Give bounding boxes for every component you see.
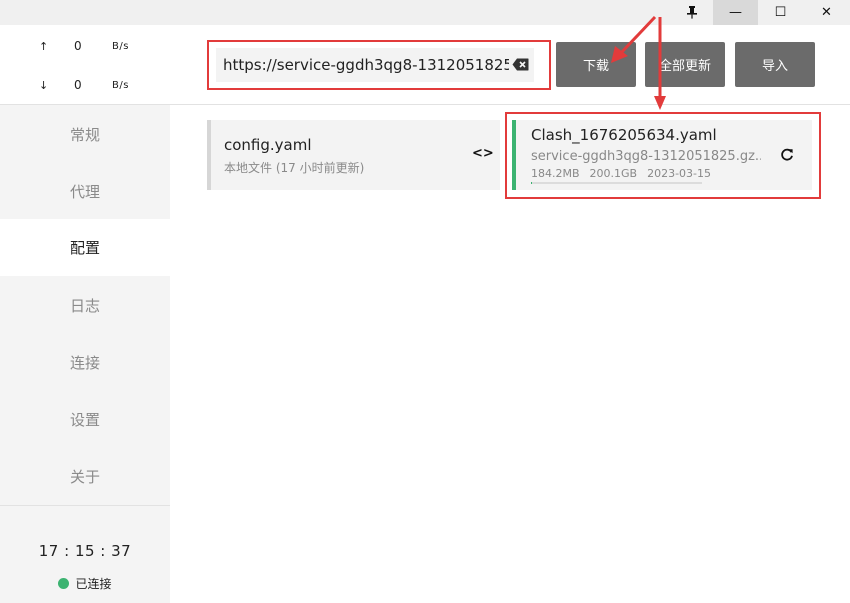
nav-label-logs: 日志 (69, 297, 100, 315)
minimize-button[interactable]: — (713, 0, 758, 25)
pin-icon[interactable] (678, 0, 706, 25)
download-button[interactable]: 下载 (556, 42, 636, 87)
profile-used: 184.2MB (531, 167, 580, 180)
upload-arrow-icon: ↑ (39, 39, 49, 53)
upload-speed: ↑ 0 B/s (0, 36, 170, 56)
update-all-button[interactable]: 全部更新 (645, 42, 725, 87)
profile-title: config.yaml (224, 136, 312, 154)
nav-item-general[interactable]: 常规 (0, 106, 170, 163)
url-input[interactable]: https://service-ggdh3qg8-1312051825 (216, 48, 534, 82)
sidebar-footer: 17 : 15 : 37 已连接 (0, 505, 170, 603)
clock: 17 : 15 : 37 (38, 542, 132, 560)
nav-item-settings[interactable]: 设置 (0, 391, 170, 448)
profile-card-remote[interactable]: Clash_1676205634.yaml service-ggdh3qg8-1… (512, 120, 812, 190)
close-button[interactable]: ✕ (803, 0, 850, 25)
annotation-arrowhead-profile (654, 96, 666, 110)
minimize-icon: — (729, 5, 742, 20)
speed-panel: ↑ 0 B/s ↓ 0 B/s (0, 25, 170, 105)
nav-item-about[interactable]: 关于 (0, 448, 170, 505)
nav-item-profiles[interactable]: 配置 (0, 219, 170, 276)
connection-status: 已连接 (0, 575, 170, 592)
status-label: 已连接 (75, 577, 112, 591)
close-icon: ✕ (821, 5, 832, 20)
clear-input-icon[interactable] (512, 58, 529, 71)
nav-label-general: 常规 (69, 126, 100, 144)
profile-card-indicator (207, 120, 211, 190)
nav-label-about: 关于 (69, 468, 100, 486)
upload-value: 0 (74, 39, 82, 53)
import-button[interactable]: 导入 (735, 42, 815, 87)
pin-icon-glyph (687, 6, 697, 19)
nav-label-profiles: 配置 (69, 239, 100, 257)
refresh-icon[interactable] (780, 148, 794, 162)
update-all-button-label: 全部更新 (658, 59, 711, 74)
nav-corner-top (0, 207, 170, 219)
profile-expire: 2023-03-15 (647, 167, 712, 180)
nav-item-connections[interactable]: 连接 (0, 334, 170, 391)
download-arrow-icon: ↓ (39, 78, 49, 92)
nav-label-settings: 设置 (69, 411, 100, 429)
profile-card-local[interactable]: config.yaml 本地文件 (17 小时前更新) <> (207, 120, 500, 190)
nav-label-proxy: 代理 (69, 183, 100, 201)
nav-item-logs[interactable]: 日志 (0, 277, 170, 334)
maximize-icon: ☐ (774, 5, 787, 20)
profile-usage-bar (531, 182, 702, 184)
upload-unit: B/s (112, 40, 129, 52)
profile-stats: 184.2MB 200.1GB 2023-03-15 (531, 167, 711, 180)
profile-subtitle: 本地文件 (17 小时前更新) (224, 161, 365, 175)
url-input-highlight: https://service-ggdh3qg8-1312051825 (207, 40, 551, 90)
edit-code-icon[interactable]: <> (472, 146, 494, 161)
download-speed: ↓ 0 B/s (0, 75, 170, 95)
url-input-value: https://service-ggdh3qg8-1312051825 (223, 56, 509, 74)
status-dot-icon (58, 578, 70, 589)
profile-total: 200.1GB (589, 167, 638, 180)
profile-url: service-ggdh3qg8-1312051825.gz.... (531, 149, 761, 164)
download-button-label: 下载 (582, 59, 609, 74)
maximize-button[interactable]: ☐ (758, 0, 803, 25)
profile-title: Clash_1676205634.yaml (531, 126, 717, 144)
nav-label-connections: 连接 (69, 354, 100, 372)
import-button-label: 导入 (761, 59, 788, 74)
download-unit: B/s (112, 79, 129, 91)
toolbar-divider (170, 104, 850, 105)
download-value: 0 (74, 78, 82, 92)
profile-card-active-indicator (512, 120, 516, 190)
